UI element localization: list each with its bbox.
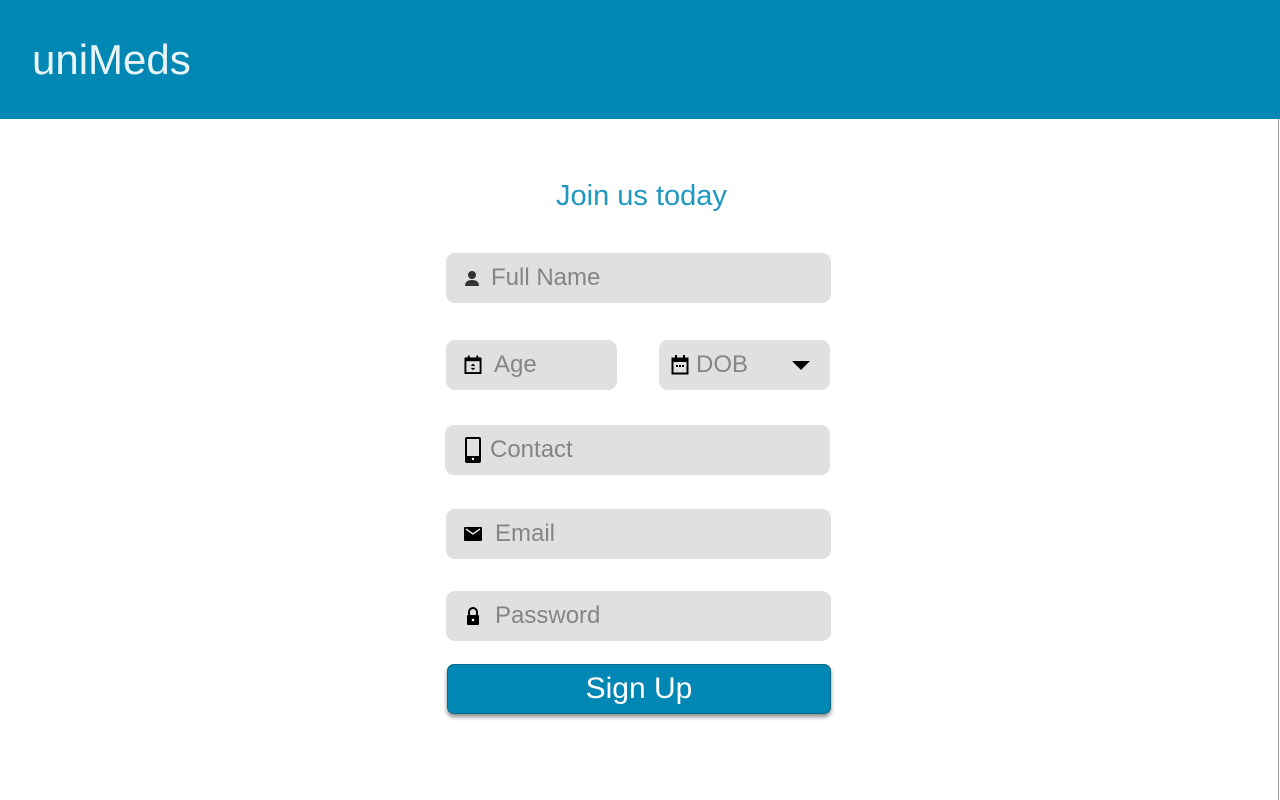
full-name-input[interactable] bbox=[491, 264, 691, 292]
lock-icon bbox=[464, 606, 482, 626]
contact-input[interactable] bbox=[490, 436, 690, 464]
dob-select[interactable]: DOB bbox=[659, 340, 830, 390]
calendar-stepper-icon bbox=[464, 355, 482, 375]
password-field[interactable] bbox=[446, 591, 831, 641]
phone-icon bbox=[464, 437, 482, 463]
mail-icon bbox=[464, 524, 482, 544]
person-icon bbox=[463, 268, 481, 288]
form-title: Join us today bbox=[556, 180, 727, 212]
dob-selected-value: DOB bbox=[696, 351, 749, 378]
password-input[interactable] bbox=[495, 602, 695, 630]
app-header: uniMeds bbox=[0, 0, 1280, 119]
calendar-icon bbox=[671, 355, 689, 375]
chevron-down-icon[interactable] bbox=[792, 361, 810, 370]
sign-up-button[interactable]: Sign Up bbox=[447, 664, 831, 714]
brand-logo: uniMeds bbox=[32, 36, 191, 83]
contact-field[interactable] bbox=[445, 425, 830, 475]
full-name-field[interactable] bbox=[446, 253, 831, 303]
email-field[interactable] bbox=[446, 509, 831, 559]
age-field[interactable] bbox=[446, 340, 617, 390]
age-input[interactable] bbox=[494, 351, 594, 379]
email-input[interactable] bbox=[495, 520, 695, 548]
scrollbar-edge bbox=[1278, 119, 1279, 800]
